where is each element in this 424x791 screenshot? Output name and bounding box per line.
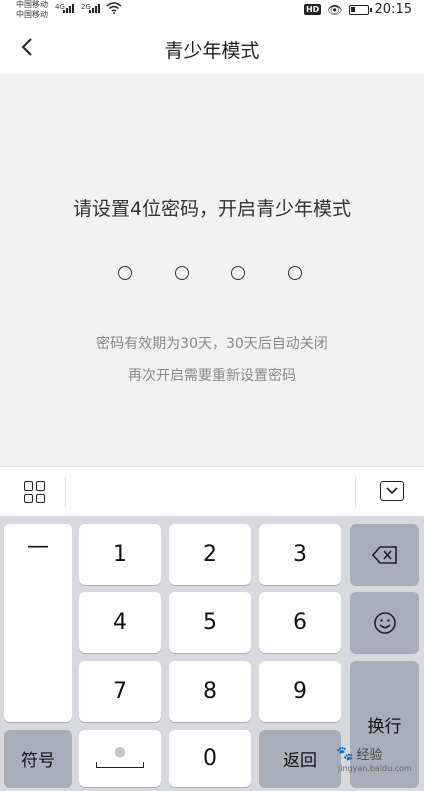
signal-bars-icon [89, 3, 100, 13]
toolbar-divider [65, 477, 66, 507]
pin-dot [288, 266, 302, 280]
space-bar-icon [96, 761, 144, 768]
key-2[interactable]: 2 [169, 524, 251, 585]
mic-icon: ● [113, 743, 127, 760]
carrier-2: 中国移动 [16, 10, 48, 19]
carrier-1: 中国移动 [16, 0, 48, 9]
key-6[interactable]: 6 [259, 592, 341, 653]
key-5[interactable]: 5 [169, 592, 251, 653]
wifi-icon [106, 2, 122, 14]
paw-icon: 🐾 [336, 745, 354, 762]
apps-grid-icon[interactable] [24, 481, 46, 503]
watermark: 🐾 经验 [336, 744, 383, 764]
clock: 20:15 [374, 2, 412, 17]
page-title: 青少年模式 [164, 40, 260, 62]
eye-icon: 👁 [327, 2, 343, 17]
key-1[interactable]: 1 [79, 524, 161, 585]
key-7[interactable]: 7 [79, 661, 161, 722]
space-key[interactable]: ● [79, 730, 161, 787]
pin-dot [118, 266, 132, 280]
watermark-url: jingyan.baidu.com [338, 764, 412, 773]
symbols-key[interactable]: 符号 [4, 730, 72, 787]
key-4[interactable]: 4 [79, 592, 161, 653]
watermark-text: 经验 [356, 748, 383, 763]
signal-bars-icon [63, 3, 74, 13]
dash-key[interactable]: — [4, 524, 72, 722]
status-right: HD 👁 20:15 [303, 2, 412, 17]
main-content: 请设置4位密码，开启青少年模式 密码有效期为30天，30天后自动关闭 再次开启需… [0, 74, 424, 466]
emoji-icon [373, 611, 396, 634]
pin-dot [175, 266, 189, 280]
pin-dot [231, 266, 245, 280]
validity-note: 密码有效期为30天，30天后自动关闭 [96, 336, 328, 352]
pin-prompt: 请设置4位密码，开启青少年模式 [72, 198, 352, 220]
carrier-labels: 中国移动 中国移动 [16, 0, 48, 20]
toolbar-divider [355, 477, 356, 507]
battery-icon [348, 4, 372, 15]
hd-icon: HD [303, 4, 322, 15]
backspace-icon [371, 545, 397, 564]
reset-note: 再次开启需要重新设置密码 [128, 368, 296, 384]
key-9[interactable]: 9 [259, 661, 341, 722]
hide-keyboard-icon[interactable] [380, 481, 404, 501]
nav-bar: 青少年模式 [0, 22, 424, 74]
emoji-key[interactable] [350, 592, 419, 653]
return-key[interactable]: 返回 [259, 730, 341, 787]
key-3[interactable]: 3 [259, 524, 341, 585]
key-8[interactable]: 8 [169, 661, 251, 722]
backspace-key[interactable] [350, 524, 419, 585]
status-bar: 中国移动 中国移动 4G 2G HD 👁 20:15 [0, 0, 424, 22]
key-0[interactable]: 0 [169, 730, 251, 787]
keyboard-toolbar [0, 466, 424, 516]
